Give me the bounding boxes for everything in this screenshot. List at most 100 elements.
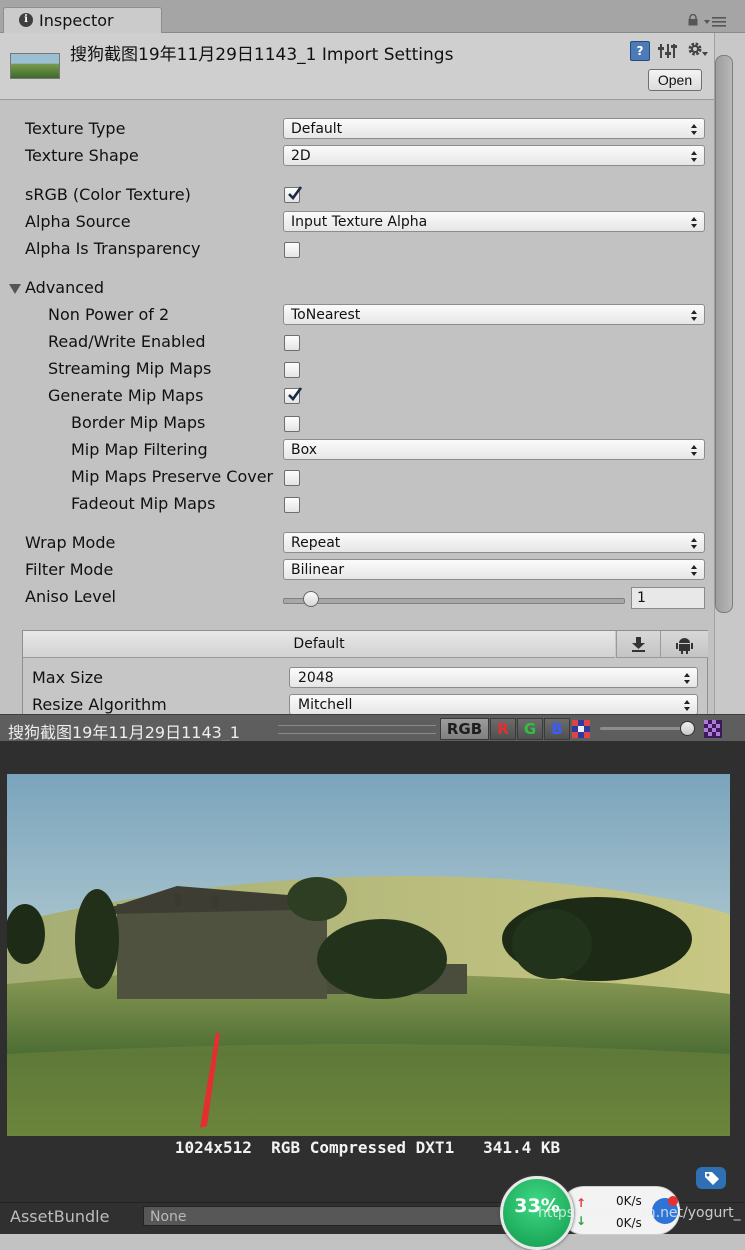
tag-icon[interactable] — [696, 1167, 726, 1189]
tab-default-platform[interactable]: Default — [23, 631, 615, 658]
npot-label: Non Power of 2 — [48, 305, 170, 324]
gear-icon[interactable] — [686, 40, 710, 60]
texture-info: 1024x512 RGB Compressed DXT1 341.4 KB — [174, 1138, 561, 1157]
mip-checker-icon[interactable] — [704, 720, 722, 738]
asset-title: 搜狗截图19年11月29日1143_1 Import Settings — [70, 45, 454, 65]
texture-shape-row: Texture Shape 2D — [0, 145, 714, 169]
rgb-channel-button[interactable]: RGB — [440, 718, 489, 740]
filter-mode-row: Filter Mode Bilinear — [0, 559, 714, 583]
max-size-dropdown[interactable]: 2048 — [289, 667, 698, 688]
texture-thumbnail — [10, 53, 60, 79]
lock-icon[interactable] — [688, 14, 698, 26]
alpha-transparency-row: Alpha Is Transparency — [0, 238, 714, 262]
watermark-text: https://blog.csdn.net/yogurt_ — [538, 1205, 741, 1221]
tab-inspector[interactable]: i Inspector — [3, 7, 162, 34]
wrap-mode-label: Wrap Mode — [25, 533, 116, 552]
wrap-mode-dropdown[interactable]: Repeat — [283, 532, 705, 553]
max-size-label: Max Size — [32, 668, 104, 687]
filter-mode-label: Filter Mode — [25, 560, 114, 579]
read-write-checkbox[interactable] — [284, 335, 300, 351]
border-mip-row: Border Mip Maps — [0, 412, 714, 436]
dropdown-arrow-icon — [691, 538, 697, 549]
texture-shape-label: Texture Shape — [25, 146, 139, 165]
srgb-row: sRGB (Color Texture) — [0, 184, 714, 208]
alpha-source-dropdown[interactable]: Input Texture Alpha — [283, 211, 705, 232]
mip-filtering-row: Mip Map Filtering Box — [0, 439, 714, 463]
alpha-channel-icon[interactable] — [572, 720, 590, 738]
streaming-mip-label: Streaming Mip Maps — [48, 359, 212, 378]
fadeout-mip-checkbox[interactable] — [284, 497, 300, 513]
alpha-source-label: Alpha Source — [25, 212, 131, 231]
preset-icon[interactable] — [657, 41, 679, 61]
resize-dropdown[interactable]: Mitchell — [289, 694, 698, 714]
generate-mip-checkbox[interactable] — [284, 387, 303, 404]
checkmark-icon — [288, 387, 303, 401]
tab-label: Inspector — [39, 11, 114, 30]
npot-dropdown[interactable]: ToNearest — [283, 304, 705, 325]
generate-mip-row: Generate Mip Maps — [0, 385, 714, 409]
aniso-field[interactable]: 1 — [631, 587, 705, 609]
filter-mode-dropdown[interactable]: Bilinear — [283, 559, 705, 580]
texture-preview-image — [7, 774, 730, 1136]
mip-coverage-row: Mip Maps Preserve Cover — [0, 466, 714, 490]
open-button[interactable]: Open — [648, 69, 702, 91]
mip-coverage-checkbox[interactable] — [284, 470, 300, 486]
fadeout-mip-row: Fadeout Mip Maps — [0, 493, 714, 517]
mip-filtering-label: Mip Map Filtering — [71, 440, 208, 459]
texture-type-row: Texture Type Default — [0, 118, 714, 142]
dropdown-arrow-icon — [691, 124, 697, 135]
resize-label: Resize Algorithm — [32, 695, 167, 714]
scrollbar-thumb[interactable] — [715, 55, 733, 613]
b-channel-button[interactable]: B — [544, 718, 570, 740]
tab-standalone[interactable] — [616, 631, 660, 658]
advanced-label: Advanced — [25, 278, 105, 297]
menu-icon[interactable] — [704, 16, 728, 28]
alpha-source-row: Alpha Source Input Texture Alpha — [0, 211, 714, 235]
dropdown-arrow-icon — [691, 445, 697, 456]
tab-android[interactable] — [660, 631, 708, 658]
advanced-foldout[interactable]: Advanced — [0, 277, 714, 301]
resize-grip[interactable] — [278, 725, 436, 734]
border-mip-label: Border Mip Maps — [71, 413, 206, 432]
alpha-transparency-checkbox[interactable] — [284, 242, 300, 258]
mip-level-slider[interactable] — [600, 727, 690, 730]
mip-level-thumb[interactable] — [680, 721, 695, 736]
dropdown-arrow-icon — [691, 565, 697, 576]
texture-shape-dropdown[interactable]: 2D — [283, 145, 705, 166]
help-icon[interactable]: ? — [630, 41, 650, 61]
read-write-label: Read/Write Enabled — [48, 332, 206, 351]
aniso-label: Aniso Level — [25, 587, 116, 606]
npot-row: Non Power of 2 ToNearest — [0, 304, 714, 328]
preview-toolbar: 搜狗截图19年11月29日1143_1 RGB R G B — [0, 714, 745, 742]
mip-filtering-dropdown[interactable]: Box — [283, 439, 705, 460]
info-icon: i — [19, 13, 33, 27]
fadeout-mip-label: Fadeout Mip Maps — [71, 494, 216, 513]
tab-bar: i Inspector — [0, 0, 745, 34]
wrap-mode-row: Wrap Mode Repeat — [0, 532, 714, 556]
texture-type-dropdown[interactable]: Default — [283, 118, 705, 139]
preview-title: 搜狗截图19年11月29日1143_1 — [8, 723, 240, 742]
inspector-scrollbar[interactable] — [714, 33, 745, 714]
dropdown-arrow-icon — [691, 217, 697, 228]
r-channel-button[interactable]: R — [490, 718, 516, 740]
android-icon — [676, 638, 693, 654]
streaming-mip-checkbox[interactable] — [284, 362, 300, 378]
border-mip-checkbox[interactable] — [284, 416, 300, 432]
aniso-slider-thumb[interactable] — [302, 591, 319, 607]
mip-coverage-label: Mip Maps Preserve Cover — [71, 467, 274, 486]
assetbundle-dropdown[interactable]: None — [143, 1206, 513, 1226]
dropdown-arrow-icon — [684, 700, 690, 711]
read-write-row: Read/Write Enabled — [0, 331, 714, 355]
platform-settings: Default Max Size 2048 Resize Algorithm M… — [22, 630, 708, 714]
assetbundle-label: AssetBundle — [10, 1207, 110, 1226]
import-settings: Texture Type Default Texture Shape 2D sR… — [0, 100, 714, 714]
generate-mip-label: Generate Mip Maps — [48, 386, 204, 405]
resize-row: Resize Algorithm Mitchell — [23, 694, 707, 714]
g-channel-button[interactable]: G — [517, 718, 543, 740]
aniso-slider-track[interactable] — [283, 598, 625, 604]
texture-preview: 1024x512 RGB Compressed DXT1 341.4 KB — [0, 741, 745, 1202]
aniso-row: Aniso Level — [0, 586, 280, 610]
srgb-label: sRGB (Color Texture) — [25, 185, 191, 204]
dropdown-arrow-icon — [691, 310, 697, 321]
srgb-checkbox[interactable] — [284, 186, 303, 203]
